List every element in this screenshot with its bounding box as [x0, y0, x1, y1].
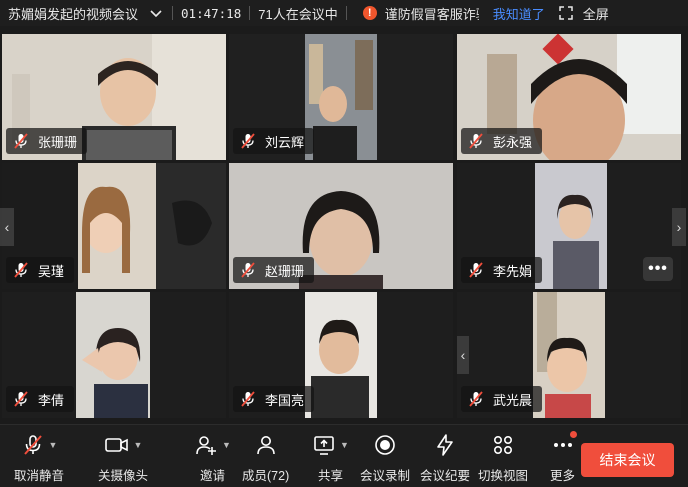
minutes-label: 会议纪要	[420, 469, 471, 483]
video-tile[interactable]: 彭永强	[457, 34, 681, 160]
video-tile[interactable]: 李倩	[2, 292, 226, 418]
participant-name: 李国亮	[265, 392, 305, 408]
minutes-button[interactable]: 会议纪要	[420, 433, 470, 484]
divider	[249, 6, 251, 20]
record-label: 会议录制	[360, 469, 411, 483]
participant-name: 武光晨	[493, 392, 533, 408]
mic-muted-icon	[241, 262, 255, 278]
mic-muted-icon	[469, 262, 483, 278]
share-button[interactable]: ▼ 共享	[312, 433, 349, 484]
warning-icon: !	[362, 6, 377, 20]
chevron-left-icon: ‹	[460, 347, 466, 363]
caret-down-icon[interactable]: ▼	[222, 440, 231, 450]
switch-view-button[interactable]: 切换视图	[478, 433, 528, 484]
title-bar: 苏媚娟发起的视频会议 01:47:18 71人在会议中 ! 谨防假冒客服诈骗 我…	[0, 0, 688, 26]
camera-off-button[interactable]: ▼ 关摄像头	[98, 433, 148, 484]
mic-muted-icon	[469, 391, 483, 407]
grid-view-icon	[493, 435, 513, 455]
unmute-label: 取消静音	[14, 469, 65, 483]
participant-name: 张珊珊	[38, 134, 78, 150]
participant-name-badge: 彭永强	[461, 128, 543, 154]
meeting-timer: 01:47:18	[181, 5, 242, 21]
minutes-icon	[437, 434, 453, 456]
more-button[interactable]: 更多	[550, 433, 575, 484]
collapse-arrow[interactable]: ‹	[457, 336, 469, 374]
invite-label: 邀请	[199, 469, 225, 483]
switch-view-label: 切换视图	[478, 469, 529, 483]
camera-off-label: 关摄像头	[98, 469, 149, 483]
mic-muted-icon	[241, 133, 255, 149]
chevron-down-icon[interactable]	[148, 5, 164, 21]
members-icon	[256, 436, 275, 455]
notification-dot	[570, 431, 577, 438]
camera-icon	[104, 438, 128, 452]
mic-muted-icon	[241, 391, 255, 407]
participant-name: 李倩	[38, 392, 65, 408]
participant-name: 赵珊珊	[265, 263, 305, 279]
video-tile[interactable]: 武光晨	[457, 292, 681, 418]
divider	[172, 6, 174, 20]
fullscreen-icon[interactable]	[558, 6, 573, 20]
share-screen-icon	[314, 436, 334, 455]
participant-name-badge: 张珊珊	[6, 128, 88, 154]
mic-muted-icon	[14, 391, 28, 407]
add-user-icon	[196, 436, 216, 455]
next-page-arrow[interactable]: ›	[672, 208, 686, 246]
prev-page-arrow[interactable]: ‹	[0, 208, 14, 246]
mic-muted-icon	[469, 133, 483, 149]
participant-name-badge: 赵珊珊	[233, 257, 315, 283]
participant-name-badge: 吴瑾	[6, 257, 75, 283]
video-tile[interactable]: 吴瑾	[2, 163, 226, 289]
caret-down-icon[interactable]: ▼	[134, 440, 143, 450]
participant-name-badge: 武光晨	[461, 386, 543, 412]
chevron-left-icon: ‹	[4, 219, 10, 235]
members-label: 成员(72)	[242, 469, 290, 483]
participant-name-badge: 李倩	[6, 386, 75, 412]
video-tile[interactable]: 李国亮	[229, 292, 453, 418]
meeting-title[interactable]: 苏媚娟发起的视频会议	[0, 4, 138, 23]
video-grid: 张珊珊 刘云辉 彭永强 吴瑾 赵珊珊 李先娟 ••• 李倩 李国亮 武光晨 ‹ …	[0, 32, 688, 421]
fraud-notice-text: 谨防假冒客服诈骗	[384, 6, 479, 22]
divider	[345, 6, 347, 20]
fullscreen-button[interactable]: 全屏	[583, 4, 609, 23]
end-meeting-button[interactable]: 结束会议	[581, 443, 674, 477]
unmute-button[interactable]: ▼ 取消静音	[14, 433, 64, 484]
participant-name: 彭永强	[493, 134, 533, 150]
participant-name-badge: 李国亮	[233, 386, 315, 412]
notice-ack-link[interactable]: 我知道了	[493, 4, 545, 23]
attendee-count[interactable]: 71人在会议中	[258, 4, 337, 23]
video-tile[interactable]: 张珊珊	[2, 34, 226, 160]
mic-muted-icon	[14, 133, 28, 149]
participant-name: 吴瑾	[38, 263, 65, 279]
share-label: 共享	[317, 469, 343, 483]
caret-down-icon[interactable]: ▼	[340, 440, 349, 450]
participant-name: 刘云辉	[265, 134, 305, 150]
caret-down-icon[interactable]: ▼	[49, 440, 58, 450]
video-tile[interactable]: 赵珊珊	[229, 163, 453, 289]
record-button[interactable]: 会议录制	[360, 433, 410, 484]
mic-muted-icon	[14, 262, 28, 278]
video-tile[interactable]: 刘云辉	[229, 34, 453, 160]
participant-name-badge: 刘云辉	[233, 128, 315, 154]
members-button[interactable]: 成员(72)	[242, 433, 289, 484]
record-icon	[375, 435, 395, 455]
meeting-toolbar: ▼ 取消静音 ▼ 关摄像头 ▼ 邀请 成员(72) ▼ 共享 会议录制 会议纪要…	[0, 424, 688, 487]
participant-name: 李先娟	[493, 263, 533, 279]
more-label: 更多	[550, 469, 576, 483]
participant-name-badge: 李先娟	[461, 257, 543, 283]
chevron-right-icon: ›	[676, 219, 682, 235]
video-tile[interactable]: 李先娟 •••	[457, 163, 681, 289]
invite-button[interactable]: ▼ 邀请	[194, 433, 231, 484]
participant-more-button[interactable]: •••	[643, 257, 673, 281]
mic-muted-icon	[23, 435, 42, 455]
